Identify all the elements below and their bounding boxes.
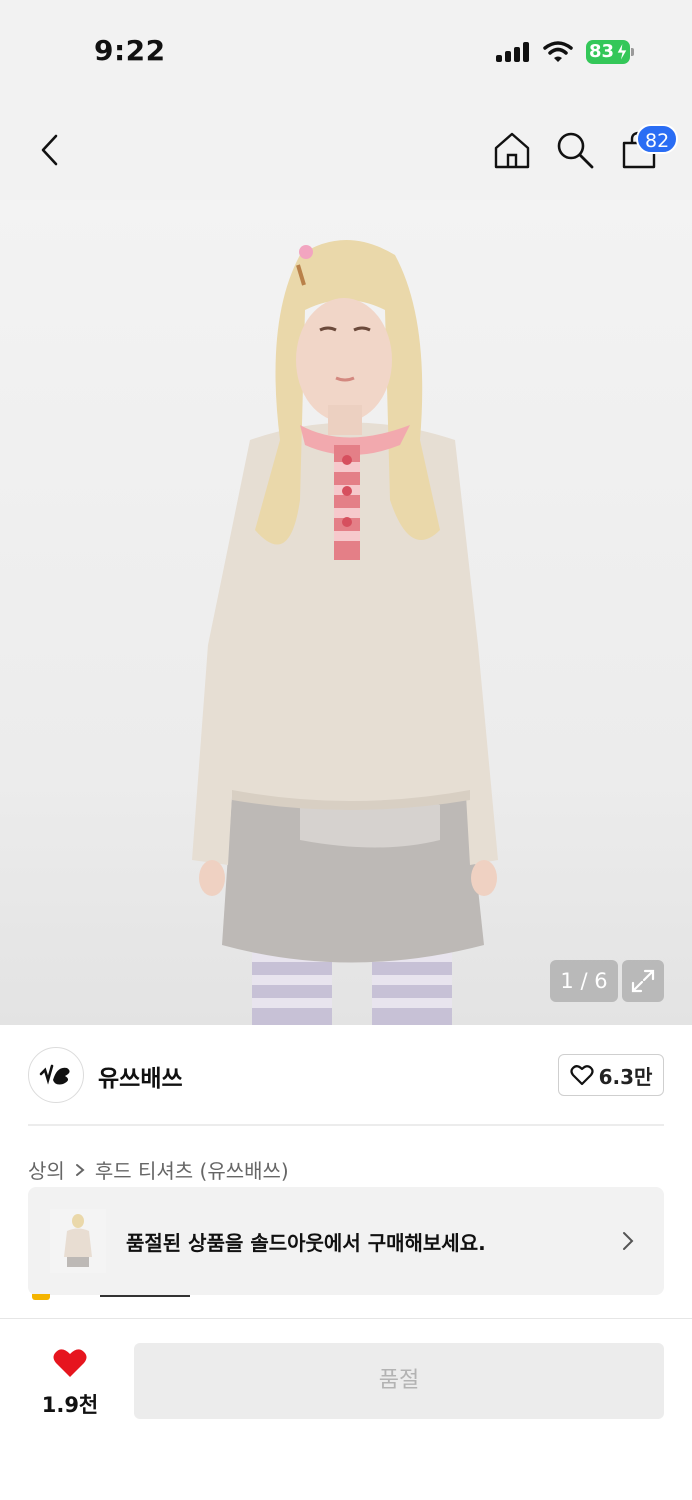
soldout-banner[interactable]: 품절된 상품을 솔드아웃에서 구매해보세요. — [28, 1187, 664, 1295]
cellular-signal-icon — [496, 42, 532, 62]
rating-star-peek — [32, 1294, 50, 1300]
brand-logo[interactable] — [28, 1047, 84, 1103]
brand-like-button[interactable]: 6.3만 — [558, 1054, 664, 1096]
image-counter: 1 / 6 — [550, 960, 618, 1002]
brand-row[interactable]: 유쓰배쓰 6.3만 — [0, 1025, 692, 1125]
back-button[interactable] — [28, 128, 72, 172]
banner-product-thumbnail — [50, 1209, 106, 1273]
charging-bolt-icon — [616, 42, 628, 62]
battery-charging-icon: 83 — [586, 40, 634, 64]
brand-name[interactable]: 유쓰배쓰 — [98, 1059, 183, 1093]
top-nav — [0, 100, 692, 200]
back-icon — [41, 134, 58, 166]
content-peek-line — [100, 1295, 190, 1297]
expand-icon — [631, 969, 655, 993]
brand-logo-mark — [39, 1064, 70, 1085]
soldout-button[interactable]: 품절 — [134, 1343, 664, 1419]
product-photo — [192, 240, 498, 1025]
wishlist-count: 1.9천 — [41, 1393, 99, 1417]
product-image-gallery[interactable]: 1 / 6 — [0, 200, 692, 1025]
banner-text: 품절된 상품을 솔드아웃에서 구매해보세요. — [126, 1231, 486, 1255]
cart-count-badge: 82 — [636, 124, 679, 154]
status-time: 9:22 — [94, 34, 166, 67]
section-divider — [28, 1124, 664, 1126]
bottom-action-bar: 1.9천 품절 — [0, 1318, 692, 1500]
brand-like-count: 6.3만 — [598, 1064, 653, 1089]
search-icon — [557, 132, 594, 169]
search-button[interactable] — [553, 128, 597, 172]
breadcrumb-category[interactable]: 상의 — [28, 1155, 65, 1184]
chevron-right-icon — [623, 1232, 634, 1250]
breadcrumb-subcategory[interactable]: 후드 티셔츠 (유쓰배쓰) — [95, 1155, 289, 1184]
heart-filled-icon — [53, 1349, 87, 1377]
expand-image-button[interactable] — [622, 960, 664, 1002]
home-button[interactable] — [490, 128, 534, 172]
breadcrumb: 상의 후드 티셔츠 (유쓰배쓰) — [28, 1155, 289, 1184]
wishlist-button[interactable]: 1.9천 — [30, 1345, 110, 1419]
wifi-icon — [543, 41, 573, 62]
status-bar: 9:22 83 — [0, 0, 692, 100]
thumbnail-image — [50, 1209, 106, 1273]
battery-cap — [631, 48, 634, 56]
heart-outline-icon — [569, 1065, 594, 1086]
chevron-right-icon — [75, 1163, 85, 1176]
home-icon — [494, 132, 530, 169]
